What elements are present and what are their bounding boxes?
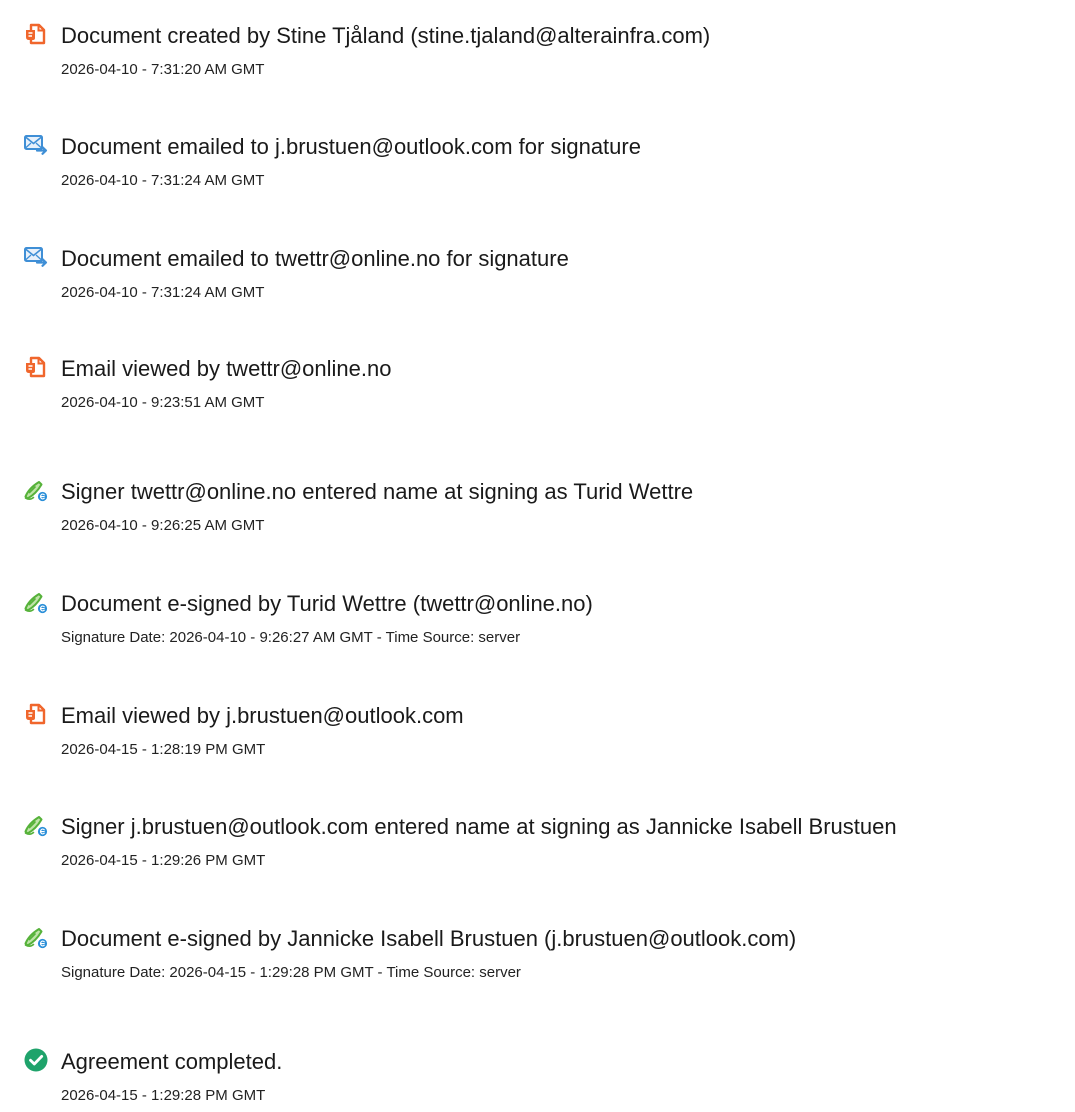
esign-pen-icon [23,589,49,615]
esign-pen-icon [23,812,49,838]
event-title: Document e-signed by Turid Wettre (twett… [61,591,593,616]
event-timestamp: 2026-04-15 - 1:29:26 PM GMT [61,852,266,869]
event-timestamp: Signature Date: 2026-04-10 - 9:26:27 AM … [61,629,521,646]
event-title: Signer j.brustuen@outlook.com entered na… [61,814,897,839]
email-send-icon [23,244,49,270]
event-title: Signer twettr@online.no entered name at … [61,479,694,504]
event-timestamp: 2026-04-15 - 1:29:28 PM GMT [61,1087,266,1104]
event-title: Document emailed to twettr@online.no for… [61,246,569,271]
event-timestamp: 2026-04-10 - 7:31:24 AM GMT [61,172,265,189]
email-send-icon [23,132,49,158]
event-title: Email viewed by j.brustuen@outlook.com [61,703,464,728]
document-orange-icon [23,354,49,380]
event-timestamp: 2026-04-10 - 9:23:51 AM GMT [61,394,265,411]
check-circle-icon [23,1047,49,1073]
event-timestamp: 2026-04-10 - 9:26:25 AM GMT [61,517,265,534]
esign-pen-icon [23,924,49,950]
event-timestamp: Signature Date: 2026-04-15 - 1:29:28 PM … [61,964,521,981]
event-title: Agreement completed. [61,1049,283,1074]
esign-pen-icon [23,477,49,503]
event-title: Document emailed to j.brustuen@outlook.c… [61,134,641,159]
event-timestamp: 2026-04-15 - 1:28:19 PM GMT [61,741,266,758]
document-orange-icon [23,701,49,727]
event-title: Document e-signed by Jannicke Isabell Br… [61,926,797,951]
event-timestamp: 2026-04-10 - 7:31:24 AM GMT [61,284,265,301]
event-title: Document created by Stine Tjåland (stine… [61,23,711,48]
audit-event-list: Document created by Stine Tjåland (stine… [0,0,1075,1112]
document-orange-icon [23,21,49,47]
event-timestamp: 2026-04-10 - 7:31:20 AM GMT [61,61,265,78]
event-title: Email viewed by twettr@online.no [61,356,392,381]
